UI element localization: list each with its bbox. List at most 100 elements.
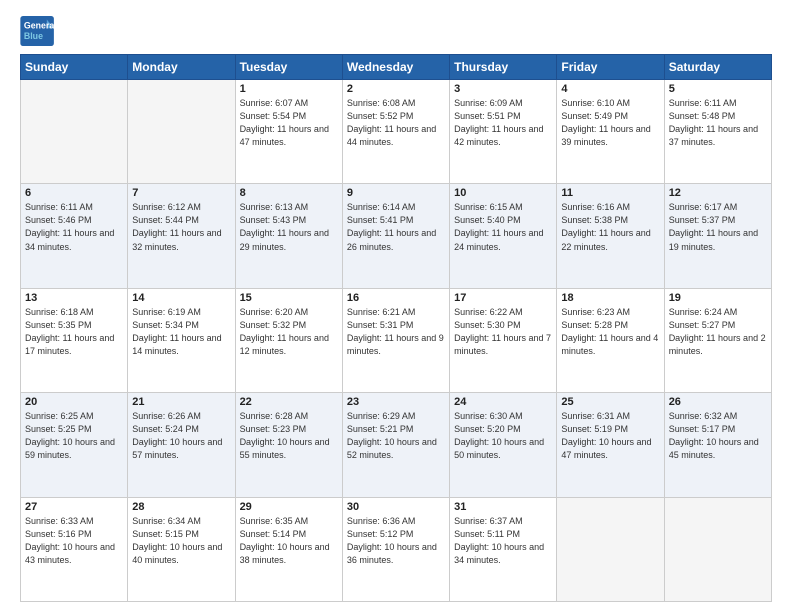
- calendar-cell: 21 Sunrise: 6:26 AMSunset: 5:24 PMDayligh…: [128, 393, 235, 497]
- day-number: 27: [25, 501, 123, 513]
- calendar-week-row: 20 Sunrise: 6:25 AMSunset: 5:25 PMDayligh…: [21, 393, 772, 497]
- calendar-table: SundayMondayTuesdayWednesdayThursdayFrid…: [20, 54, 772, 602]
- day-number: 16: [347, 292, 445, 304]
- logo: General Blue: [20, 16, 56, 46]
- calendar-cell: 14 Sunrise: 6:19 AMSunset: 5:34 PMDayligh…: [128, 288, 235, 392]
- calendar-cell: 5 Sunrise: 6:11 AMSunset: 5:48 PMDaylight…: [664, 80, 771, 184]
- day-detail: Sunrise: 6:36 AMSunset: 5:12 PMDaylight:…: [347, 515, 445, 567]
- day-number: 26: [669, 396, 767, 408]
- day-number: 2: [347, 83, 445, 95]
- calendar-week-row: 6 Sunrise: 6:11 AMSunset: 5:46 PMDaylight…: [21, 184, 772, 288]
- day-detail: Sunrise: 6:21 AMSunset: 5:31 PMDaylight:…: [347, 306, 445, 358]
- calendar-cell: 17Sunrise: 6:22 AMSunset: 5:30 PMDayligh…: [450, 288, 557, 392]
- calendar-cell: 13 Sunrise: 6:18 AMSunset: 5:35 PMDayligh…: [21, 288, 128, 392]
- day-detail: Sunrise: 6:28 AMSunset: 5:23 PMDaylight:…: [240, 410, 338, 462]
- day-number: 28: [132, 501, 230, 513]
- day-detail: Sunrise: 6:18 AMSunset: 5:35 PMDaylight:…: [25, 306, 123, 358]
- calendar-week-row: 13 Sunrise: 6:18 AMSunset: 5:35 PMDayligh…: [21, 288, 772, 392]
- calendar-cell: 22 Sunrise: 6:28 AMSunset: 5:23 PMDayligh…: [235, 393, 342, 497]
- calendar-cell: 1Sunrise: 6:07 AMSunset: 5:54 PMDaylight…: [235, 80, 342, 184]
- day-number: 21: [132, 396, 230, 408]
- calendar-cell: 20 Sunrise: 6:25 AMSunset: 5:25 PMDayligh…: [21, 393, 128, 497]
- calendar-cell: [557, 497, 664, 601]
- day-number: 8: [240, 187, 338, 199]
- day-detail: Sunrise: 6:31 AMSunset: 5:19 PMDaylight:…: [561, 410, 659, 462]
- calendar-cell: 2Sunrise: 6:08 AMSunset: 5:52 PMDaylight…: [342, 80, 449, 184]
- day-number: 7: [132, 187, 230, 199]
- calendar-cell: 11 Sunrise: 6:16 AMSunset: 5:38 PMDayligh…: [557, 184, 664, 288]
- day-number: 25: [561, 396, 659, 408]
- calendar-cell: 31 Sunrise: 6:37 AMSunset: 5:11 PMDayligh…: [450, 497, 557, 601]
- page: General Blue SundayMondayTuesdayWednesda…: [0, 0, 792, 612]
- calendar-cell: 25 Sunrise: 6:31 AMSunset: 5:19 PMDayligh…: [557, 393, 664, 497]
- calendar-header-sunday: Sunday: [21, 55, 128, 80]
- day-detail: Sunrise: 6:35 AMSunset: 5:14 PMDaylight:…: [240, 515, 338, 567]
- calendar-cell: 6 Sunrise: 6:11 AMSunset: 5:46 PMDaylight…: [21, 184, 128, 288]
- day-detail: Sunrise: 6:13 AMSunset: 5:43 PMDaylight:…: [240, 201, 338, 253]
- day-number: 29: [240, 501, 338, 513]
- calendar-cell: 24Sunrise: 6:30 AMSunset: 5:20 PMDayligh…: [450, 393, 557, 497]
- day-number: 3: [454, 83, 552, 95]
- day-detail: Sunrise: 6:24 AMSunset: 5:27 PMDaylight:…: [669, 306, 767, 358]
- calendar-cell: 28 Sunrise: 6:34 AMSunset: 5:15 PMDayligh…: [128, 497, 235, 601]
- calendar-header-monday: Monday: [128, 55, 235, 80]
- day-detail: Sunrise: 6:26 AMSunset: 5:24 PMDaylight:…: [132, 410, 230, 462]
- day-number: 6: [25, 187, 123, 199]
- calendar-week-row: 1Sunrise: 6:07 AMSunset: 5:54 PMDaylight…: [21, 80, 772, 184]
- day-number: 15: [240, 292, 338, 304]
- calendar-cell: 27Sunrise: 6:33 AMSunset: 5:16 PMDayligh…: [21, 497, 128, 601]
- calendar-week-row: 27Sunrise: 6:33 AMSunset: 5:16 PMDayligh…: [21, 497, 772, 601]
- day-number: 12: [669, 187, 767, 199]
- day-number: 23: [347, 396, 445, 408]
- day-number: 9: [347, 187, 445, 199]
- calendar-cell: 30 Sunrise: 6:36 AMSunset: 5:12 PMDayligh…: [342, 497, 449, 601]
- calendar-cell: 19Sunrise: 6:24 AMSunset: 5:27 PMDayligh…: [664, 288, 771, 392]
- day-detail: Sunrise: 6:07 AMSunset: 5:54 PMDaylight:…: [240, 97, 338, 149]
- calendar-cell: 3Sunrise: 6:09 AMSunset: 5:51 PMDaylight…: [450, 80, 557, 184]
- day-number: 5: [669, 83, 767, 95]
- calendar-cell: 10Sunrise: 6:15 AMSunset: 5:40 PMDayligh…: [450, 184, 557, 288]
- day-detail: Sunrise: 6:32 AMSunset: 5:17 PMDaylight:…: [669, 410, 767, 462]
- header: General Blue: [20, 16, 772, 46]
- day-detail: Sunrise: 6:22 AMSunset: 5:30 PMDaylight:…: [454, 306, 552, 358]
- day-number: 30: [347, 501, 445, 513]
- calendar-header-friday: Friday: [557, 55, 664, 80]
- day-detail: Sunrise: 6:23 AMSunset: 5:28 PMDaylight:…: [561, 306, 659, 358]
- calendar-cell: 4Sunrise: 6:10 AMSunset: 5:49 PMDaylight…: [557, 80, 664, 184]
- calendar-cell: [21, 80, 128, 184]
- day-detail: Sunrise: 6:34 AMSunset: 5:15 PMDaylight:…: [132, 515, 230, 567]
- calendar-cell: 29 Sunrise: 6:35 AMSunset: 5:14 PMDayligh…: [235, 497, 342, 601]
- day-detail: Sunrise: 6:17 AMSunset: 5:37 PMDaylight:…: [669, 201, 767, 253]
- logo-icon: General Blue: [20, 16, 56, 46]
- day-number: 14: [132, 292, 230, 304]
- day-detail: Sunrise: 6:37 AMSunset: 5:11 PMDaylight:…: [454, 515, 552, 567]
- calendar-cell: 18 Sunrise: 6:23 AMSunset: 5:28 PMDayligh…: [557, 288, 664, 392]
- day-detail: Sunrise: 6:14 AMSunset: 5:41 PMDaylight:…: [347, 201, 445, 253]
- calendar-cell: 23Sunrise: 6:29 AMSunset: 5:21 PMDayligh…: [342, 393, 449, 497]
- calendar-cell: 7Sunrise: 6:12 AMSunset: 5:44 PMDaylight…: [128, 184, 235, 288]
- day-detail: Sunrise: 6:11 AMSunset: 5:48 PMDaylight:…: [669, 97, 767, 149]
- day-detail: Sunrise: 6:25 AMSunset: 5:25 PMDaylight:…: [25, 410, 123, 462]
- day-number: 31: [454, 501, 552, 513]
- day-number: 22: [240, 396, 338, 408]
- day-number: 18: [561, 292, 659, 304]
- calendar-header-wednesday: Wednesday: [342, 55, 449, 80]
- day-number: 4: [561, 83, 659, 95]
- day-detail: Sunrise: 6:15 AMSunset: 5:40 PMDaylight:…: [454, 201, 552, 253]
- svg-text:Blue: Blue: [24, 31, 43, 41]
- calendar-cell: 15 Sunrise: 6:20 AMSunset: 5:32 PMDayligh…: [235, 288, 342, 392]
- day-number: 20: [25, 396, 123, 408]
- calendar-header-row: SundayMondayTuesdayWednesdayThursdayFrid…: [21, 55, 772, 80]
- calendar-cell: 16 Sunrise: 6:21 AMSunset: 5:31 PMDayligh…: [342, 288, 449, 392]
- calendar-header-thursday: Thursday: [450, 55, 557, 80]
- day-detail: Sunrise: 6:11 AMSunset: 5:46 PMDaylight:…: [25, 201, 123, 253]
- day-detail: Sunrise: 6:20 AMSunset: 5:32 PMDaylight:…: [240, 306, 338, 358]
- calendar-cell: [128, 80, 235, 184]
- day-number: 11: [561, 187, 659, 199]
- day-detail: Sunrise: 6:16 AMSunset: 5:38 PMDaylight:…: [561, 201, 659, 253]
- calendar-header-saturday: Saturday: [664, 55, 771, 80]
- day-number: 13: [25, 292, 123, 304]
- svg-text:General: General: [24, 20, 56, 30]
- day-detail: Sunrise: 6:19 AMSunset: 5:34 PMDaylight:…: [132, 306, 230, 358]
- calendar-cell: 26 Sunrise: 6:32 AMSunset: 5:17 PMDayligh…: [664, 393, 771, 497]
